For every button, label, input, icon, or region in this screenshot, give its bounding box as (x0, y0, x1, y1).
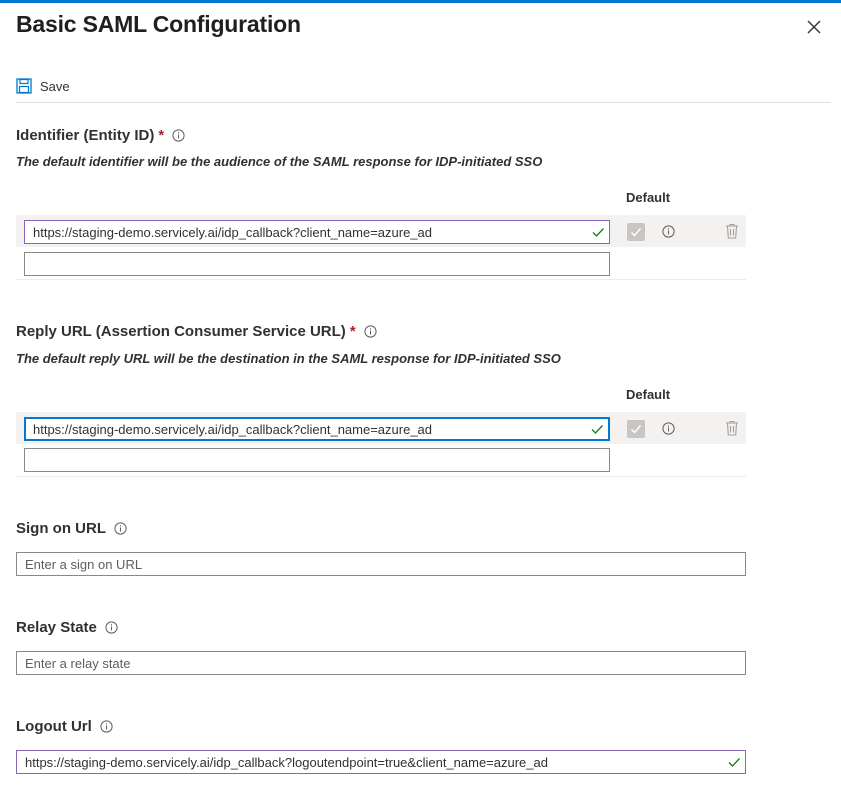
sign-on-url-label-text: Sign on URL (16, 520, 106, 537)
reply-url-new-input[interactable] (24, 448, 610, 472)
logout-url-label-text: Logout Url (16, 718, 92, 735)
info-icon[interactable] (105, 621, 118, 634)
logout-url-input[interactable]: https://staging-demo.servicely.ai/idp_ca… (16, 750, 746, 774)
sign-on-url-input[interactable]: Enter a sign on URL (16, 552, 746, 576)
checkmark-icon (592, 228, 604, 237)
reply-url-label: Reply URL (Assertion Consumer Service UR… (16, 323, 377, 340)
reply-url-row-divider (16, 476, 746, 477)
relay-state-input[interactable]: Enter a relay state (16, 651, 746, 675)
info-icon[interactable] (364, 325, 377, 338)
top-accent-bar (0, 0, 841, 3)
reply-url-default-header: Default (626, 387, 671, 402)
relay-state-label: Relay State (16, 619, 118, 636)
identifier-default-checkbox[interactable] (627, 223, 645, 241)
checkmark-icon (591, 425, 603, 434)
trash-icon[interactable] (725, 420, 739, 436)
reply-url-label-text: Reply URL (Assertion Consumer Service UR… (16, 323, 346, 340)
required-marker: * (158, 127, 165, 144)
save-button[interactable]: Save (16, 74, 70, 98)
reply-url-description: The default reply URL will be the destin… (16, 351, 561, 366)
info-icon[interactable] (662, 225, 675, 238)
info-icon[interactable] (172, 129, 185, 142)
trash-icon[interactable] (725, 223, 739, 239)
identifier-label-text: Identifier (Entity ID) (16, 127, 155, 144)
logout-url-label: Logout Url (16, 718, 113, 735)
reply-url-default-checkbox[interactable] (627, 420, 645, 438)
relay-state-label-text: Relay State (16, 619, 97, 636)
identifier-input-value: https://staging-demo.servicely.ai/idp_ca… (33, 224, 433, 240)
identifier-label: Identifier (Entity ID) * (16, 127, 185, 144)
identifier-input[interactable]: https://staging-demo.servicely.ai/idp_ca… (24, 220, 610, 244)
checkmark-icon (631, 228, 642, 237)
save-label: Save (40, 78, 70, 94)
reply-url-input-value: https://staging-demo.servicely.ai/idp_ca… (33, 421, 433, 437)
save-icon (16, 78, 32, 94)
checkmark-icon (728, 758, 740, 767)
toolbar-divider (16, 102, 831, 103)
identifier-default-header: Default (626, 190, 671, 205)
checkmark-icon (631, 425, 642, 434)
identifier-description: The default identifier will be the audie… (16, 154, 543, 169)
identifier-new-input[interactable] (24, 252, 610, 276)
info-icon[interactable] (100, 720, 113, 733)
info-icon[interactable] (114, 522, 127, 535)
relay-state-placeholder: Enter a relay state (25, 655, 131, 671)
sign-on-url-label: Sign on URL (16, 520, 127, 537)
logout-url-input-value: https://staging-demo.servicely.ai/idp_ca… (25, 754, 548, 770)
info-icon[interactable] (662, 422, 675, 435)
reply-url-input[interactable]: https://staging-demo.servicely.ai/idp_ca… (24, 417, 610, 441)
close-icon[interactable] (805, 18, 823, 36)
panel-title: Basic SAML Configuration (16, 11, 301, 37)
required-marker: * (349, 323, 356, 340)
identifier-row-divider (16, 279, 746, 280)
sign-on-url-placeholder: Enter a sign on URL (25, 556, 143, 572)
